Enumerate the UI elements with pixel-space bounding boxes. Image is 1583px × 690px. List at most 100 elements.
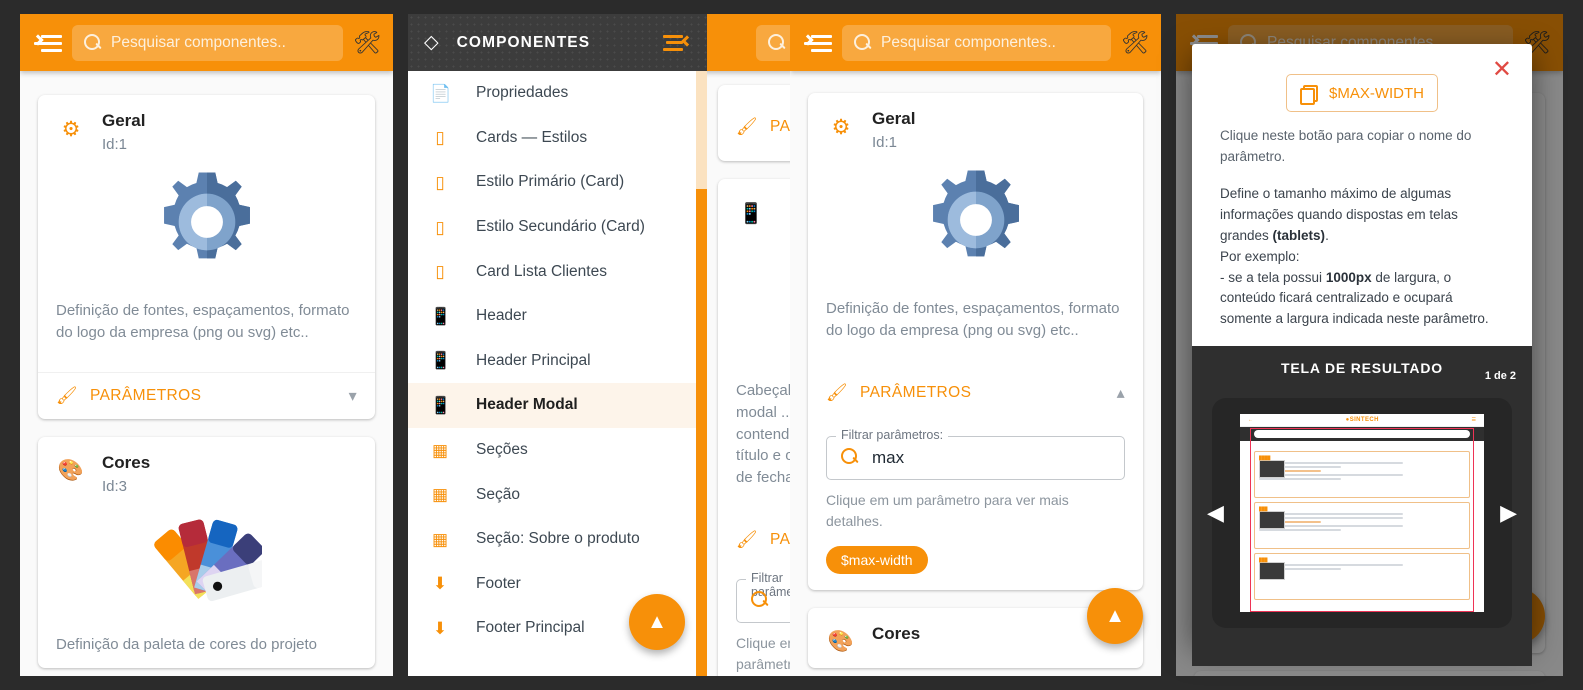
filter-value: max: [872, 447, 905, 467]
drawer-title: COMPONENTES: [456, 33, 591, 51]
parameter-chip-max-width[interactable]: $max-width: [826, 545, 928, 574]
menu-item-label: Footer Principal: [476, 619, 585, 637]
mock-searchbar: [1240, 427, 1484, 442]
scroll-to-top-button[interactable]: ▲: [629, 594, 685, 650]
close-icon[interactable]: ✕: [1492, 58, 1512, 82]
footer-icon: ⬇: [432, 574, 448, 594]
card-description: Definição de fontes, espaçamentos, forma…: [826, 300, 1120, 340]
menu-item-header-modal[interactable]: 📱 Header Modal: [408, 383, 707, 428]
mobile-icon: 📱: [430, 395, 452, 415]
card-header: 🎨 Cores: [826, 624, 1125, 658]
menu-collapse-icon[interactable]: [32, 32, 62, 54]
menu-item-label: Card Lista Clientes: [476, 262, 607, 280]
arrow-right-icon[interactable]: ▶: [1500, 500, 1517, 526]
mock-product-row: ███: [1254, 553, 1470, 601]
scrollbar-thumb[interactable]: [696, 189, 707, 676]
paint-bucket-icon: 🖌: [826, 382, 848, 402]
mock-result-page: ← ●SINTECH ☰ ████ ███ ███: [1240, 414, 1484, 613]
search-icon: [841, 448, 860, 467]
search-icon: [854, 34, 871, 51]
panel-body: ⚙ Geral Id:1 Definição de fontes, espaça…: [790, 71, 1161, 676]
chevron-down-icon: ▾: [348, 387, 357, 405]
tools-icon[interactable]: 🛠: [1121, 30, 1149, 56]
search-icon: [768, 34, 785, 51]
parameters-label: PARÂMETROS: [859, 383, 972, 401]
menu-collapse-icon[interactable]: [802, 32, 832, 54]
mobile-icon: 📱: [430, 306, 452, 326]
menu-item-label: Seção: Sobre o produto: [476, 530, 640, 548]
color-swatches-illustration: [56, 499, 357, 634]
menu-item-label: Header Modal: [476, 396, 578, 414]
menu-item-secao[interactable]: ▦ Seção: [408, 472, 707, 517]
scroll-to-top-button[interactable]: ▲: [1087, 588, 1143, 644]
search-placeholder: Pesquisar componentes..: [881, 33, 1056, 51]
mock-product-row: ████: [1254, 451, 1470, 499]
parameters-toggle[interactable]: 🖌 PARÂMETROS ▾: [38, 371, 375, 419]
collapse-left-icon[interactable]: [663, 33, 693, 53]
menu-item-propriedades[interactable]: 📄 Propriedades: [408, 71, 707, 116]
select-area-icon: ▯: [435, 217, 445, 237]
menu-item-secoes[interactable]: ▦ Seções: [408, 428, 707, 473]
arrow-left-icon[interactable]: ◀: [1207, 500, 1224, 526]
menu-item-label: Propriedades: [476, 84, 569, 102]
parameters-label: PARÂMETROS: [89, 386, 202, 404]
paint-bucket-icon: 🖌: [56, 385, 78, 405]
filter-parameters-field[interactable]: Filtrar parâmetros: max: [826, 427, 1125, 480]
search-input[interactable]: Pesquisar componentes..: [72, 24, 343, 61]
card-title: Cores: [102, 452, 151, 472]
tablet-carousel: ◀ ▶ ← ●SINTECH ☰ ████ ███ ███: [1207, 398, 1517, 629]
copy-parameter-button[interactable]: $MAX-WIDTH: [1286, 74, 1438, 112]
menu-item-card-lista-clientes[interactable]: ▯ Card Lista Clientes: [408, 249, 707, 294]
search-icon: [751, 591, 770, 610]
gear-illustration: [56, 157, 357, 300]
menu-item-label: Estilo Secundário (Card): [476, 218, 645, 236]
palette-icon: 🎨: [57, 458, 85, 482]
tablet-frame: ← ●SINTECH ☰ ████ ███ ███: [1212, 398, 1512, 629]
card-id: Id:3: [102, 478, 128, 496]
tools-icon[interactable]: 🛠: [353, 30, 381, 56]
card-header: ⚙ Geral Id:1: [56, 111, 357, 157]
document-icon: 📄: [430, 83, 452, 103]
layers-icon: ◇: [424, 32, 439, 53]
parameters-panel: Filtrar parâmetros: max Clique em um par…: [826, 416, 1125, 590]
drawer-menu: 📄 Propriedades ▯ Cards — Estilos ▯ Estil…: [408, 71, 707, 676]
modal-desc-line1: Define o tamanho máximo de algumas infor…: [1220, 185, 1458, 243]
menu-item-label: Cards — Estilos: [476, 128, 588, 146]
search-placeholder: Pesquisar componentes..: [111, 33, 286, 51]
card-cores[interactable]: 🎨 Cores Id:3 Definição da paleta de core…: [38, 436, 375, 669]
menu-item-secao-sobre-o-produto[interactable]: ▦ Seção: Sobre o produto: [408, 517, 707, 562]
card-geral[interactable]: ⚙ Geral Id:1 Definição de fontes, espaça…: [38, 95, 375, 419]
filter-hint: Clique em um parâmetro para ver mais det…: [826, 491, 1069, 529]
drawer-header: ◇ COMPONENTES: [408, 14, 707, 71]
card-header: ⚙ Geral Id:1: [826, 109, 1125, 155]
tablet-screen: ← ●SINTECH ☰ ████ ███ ███: [1240, 414, 1484, 613]
menu-item-header[interactable]: 📱 Header: [408, 294, 707, 339]
modal-copy-hint: Clique neste botão para copiar o nome do…: [1220, 128, 1472, 164]
menu-item-label: Header: [476, 307, 527, 325]
section-icon: ▦: [431, 529, 449, 549]
paint-bucket-icon: 🖌: [736, 117, 758, 136]
panel-components-list: Pesquisar componentes.. 🛠 ⚙ Geral Id:1 D…: [20, 14, 393, 676]
drawer-scrollbar-track[interactable]: [696, 71, 707, 676]
scrollbar-thumb-pale[interactable]: [696, 71, 707, 189]
mock-body: ████ ███ ███: [1240, 441, 1484, 608]
gear-settings-icon: ⚙: [831, 116, 851, 139]
parameters-toggle[interactable]: 🖌 PARÂMETROS ▴: [808, 370, 1143, 416]
search-input[interactable]: Pesquisar componentes..: [842, 24, 1111, 61]
select-area-icon: ▯: [435, 128, 445, 148]
menu-item-estilo-secundario[interactable]: ▯ Estilo Secundário (Card): [408, 205, 707, 250]
menu-item-header-principal[interactable]: 📱 Header Principal: [408, 339, 707, 384]
menu-item-label: Seção: [476, 485, 520, 503]
menu-item-label: Footer: [476, 574, 521, 592]
modal-desc-example: - se a tela possui 1000px de largura, o …: [1220, 268, 1504, 331]
card-geral[interactable]: ⚙ Geral Id:1 Definição de fontes, espaça…: [808, 93, 1143, 590]
card-id: Id:1: [872, 134, 898, 152]
mock-topbar: ← ●SINTECH ☰: [1240, 414, 1484, 428]
menu-item-estilo-primario[interactable]: ▯ Estilo Primário (Card): [408, 160, 707, 205]
app-bar: Pesquisar componentes.. 🛠: [790, 14, 1161, 71]
menu-item-cards-estilos[interactable]: ▯ Cards — Estilos: [408, 116, 707, 161]
app-bar: Pesquisar componentes.. 🛠: [20, 14, 393, 71]
result-screen-preview: TELA DE RESULTADO 1 de 2 ◀ ▶ ← ●SINTECH …: [1192, 346, 1532, 667]
search-icon: [84, 34, 101, 51]
mobile-icon: 📱: [430, 351, 452, 371]
